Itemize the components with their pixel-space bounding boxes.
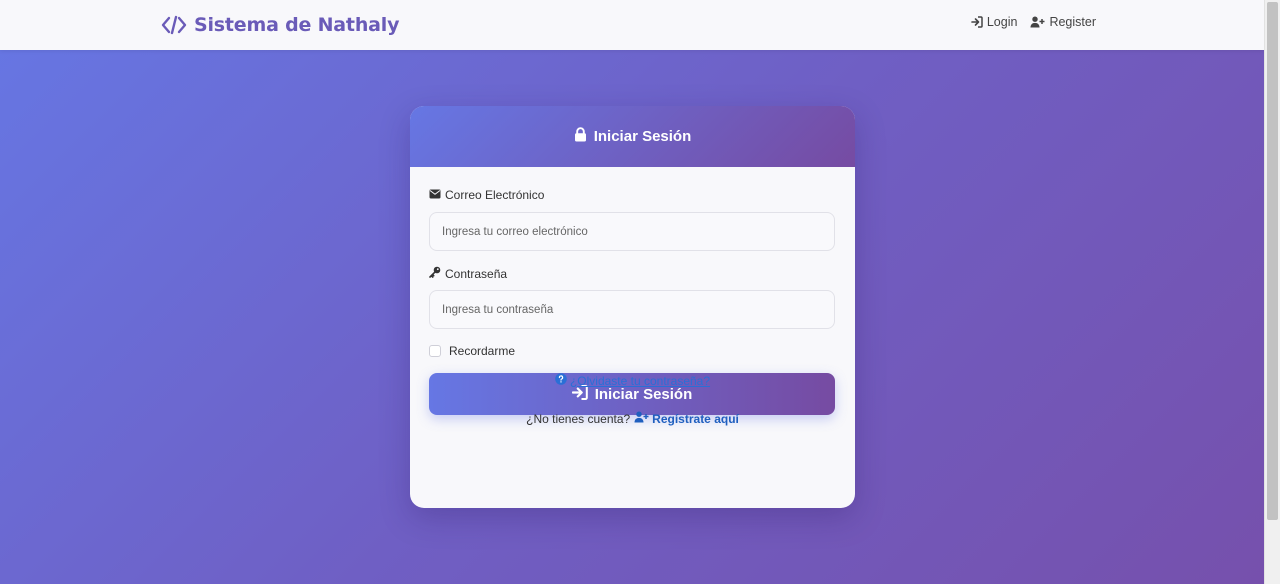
brand-logo[interactable]: Sistema de Nathaly [161, 12, 399, 38]
no-account-text: ¿No tienes cuenta? [526, 411, 631, 426]
nav-login-label: Login [986, 15, 1018, 29]
remember-checkbox[interactable] [429, 345, 441, 357]
forgot-password-row: ¿Olvidaste tu contraseña? [410, 373, 855, 388]
sign-in-icon [971, 16, 983, 28]
remember-label: Recordarme [449, 344, 516, 358]
nav-login-link[interactable]: Login [971, 15, 1018, 29]
login-submit-label: Iniciar Sesión [594, 385, 693, 403]
nav-links: Login Register [971, 15, 1096, 29]
register-row: ¿No tienes cuenta? Regístrate aquí [410, 411, 855, 426]
remember-me[interactable]: Recordarme [429, 344, 515, 358]
register-link-label: Regístrate aquí [652, 411, 739, 426]
login-card-header: Iniciar Sesión [410, 106, 855, 167]
nav-register-link[interactable]: Register [1030, 15, 1096, 29]
password-label-text: Contraseña [445, 266, 508, 281]
code-icon [161, 15, 187, 35]
email-label-text: Correo Electrónico [445, 188, 545, 202]
brand-title: Sistema de Nathaly [194, 14, 400, 36]
envelope-icon [429, 188, 441, 202]
login-card-title: Iniciar Sesión [593, 128, 692, 145]
forgot-password-link[interactable]: ¿Olvidaste tu contraseña? [570, 374, 710, 388]
login-card: Iniciar Sesión Correo Electrónico Contra… [410, 106, 855, 508]
key-icon [429, 266, 441, 281]
lock-icon [574, 127, 587, 146]
scrollbar-thumb[interactable] [1267, 2, 1278, 520]
nav-register-label: Register [1049, 15, 1096, 29]
email-label: Correo Electrónico [429, 188, 544, 202]
user-plus-icon [1030, 16, 1045, 28]
password-field[interactable] [429, 290, 835, 329]
page-scrollbar[interactable] [1264, 0, 1280, 584]
password-label: Contraseña [429, 266, 507, 281]
register-link[interactable]: Regístrate aquí [634, 411, 739, 426]
top-navbar: Sistema de Nathaly Login Register [0, 0, 1264, 50]
question-circle-icon [555, 373, 567, 388]
email-field[interactable] [429, 212, 835, 251]
user-plus-icon [634, 411, 649, 426]
